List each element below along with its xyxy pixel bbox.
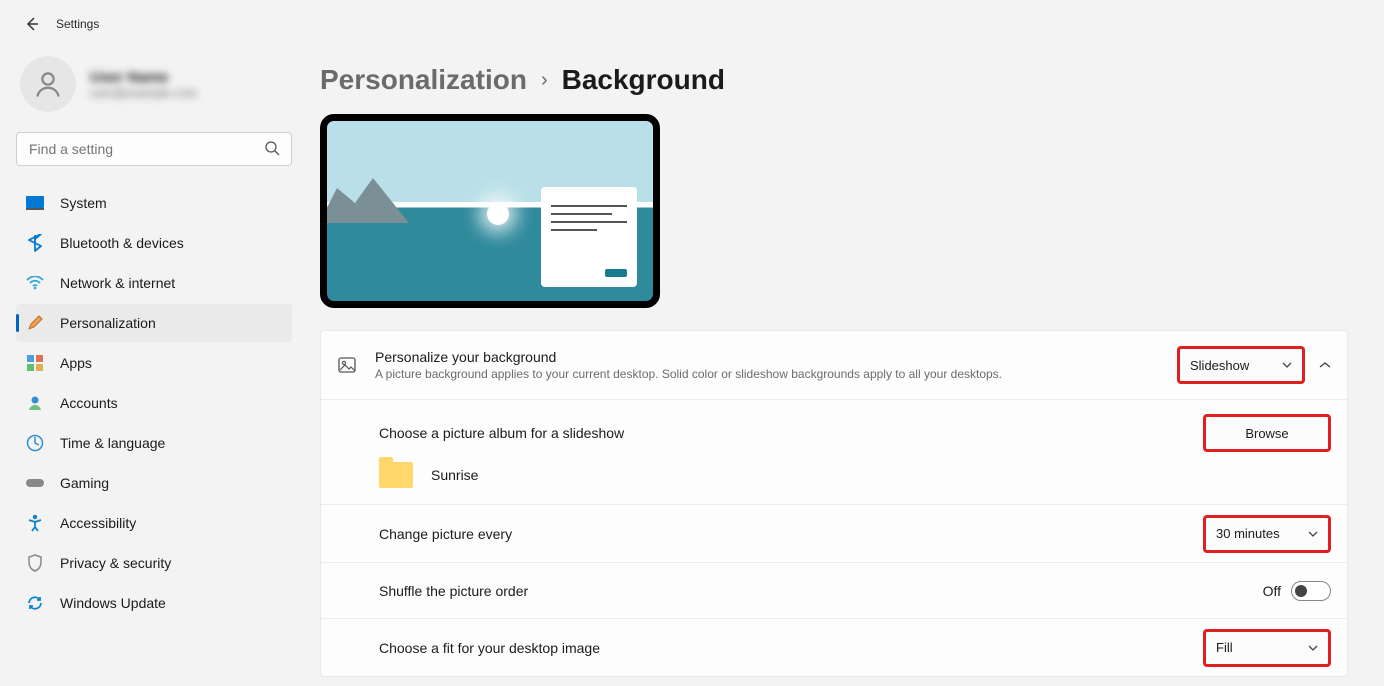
- select-value: Slideshow: [1190, 358, 1249, 373]
- nav-item-gaming[interactable]: Gaming: [16, 464, 292, 502]
- nav-item-apps[interactable]: Apps: [16, 344, 292, 382]
- breadcrumb-parent[interactable]: Personalization: [320, 64, 527, 96]
- search-input[interactable]: [16, 132, 292, 166]
- nav-item-accessibility[interactable]: Accessibility: [16, 504, 292, 542]
- nav-list: System Bluetooth & devices Network & int…: [16, 184, 292, 622]
- person-icon: [33, 69, 63, 99]
- nav-item-privacy[interactable]: Privacy & security: [16, 544, 292, 582]
- shuffle-toggle[interactable]: [1291, 581, 1331, 601]
- select-value: 30 minutes: [1216, 526, 1280, 541]
- avatar: [20, 56, 76, 112]
- chevron-up-icon: [1319, 361, 1331, 369]
- user-block[interactable]: User Name user@example.com: [16, 48, 292, 132]
- interval-select[interactable]: 30 minutes: [1203, 515, 1331, 553]
- globe-clock-icon: [26, 434, 44, 452]
- folder-name: Sunrise: [431, 467, 478, 483]
- user-name: User Name: [90, 69, 197, 86]
- nav-label: Gaming: [60, 475, 109, 491]
- nav-label: Privacy & security: [60, 555, 171, 571]
- shield-icon: [26, 554, 44, 572]
- row-choose-fit: Choose a fit for your desktop image Fill: [321, 618, 1347, 676]
- row-shuffle: Shuffle the picture order Off: [321, 562, 1347, 618]
- arrow-left-icon: [24, 16, 40, 32]
- nav-item-system[interactable]: System: [16, 184, 292, 222]
- window-title: Settings: [56, 17, 99, 31]
- browse-button[interactable]: Browse: [1203, 414, 1331, 452]
- row-choose-album: Choose a picture album for a slideshow B…: [321, 399, 1347, 504]
- search-icon: [264, 140, 280, 156]
- row-title: Choose a picture album for a slideshow: [379, 425, 1203, 441]
- nav-label: Bluetooth & devices: [60, 235, 184, 251]
- nav-label: Time & language: [60, 435, 165, 451]
- nav-label: Personalization: [60, 315, 156, 331]
- nav-item-network[interactable]: Network & internet: [16, 264, 292, 302]
- nav-item-bluetooth[interactable]: Bluetooth & devices: [16, 224, 292, 262]
- settings-list: Personalize your background A picture ba…: [320, 330, 1348, 677]
- row-title: Personalize your background: [375, 349, 1177, 365]
- wifi-icon: [26, 274, 44, 292]
- main-content: Personalization › Background Personalize…: [300, 48, 1384, 677]
- picture-icon: [337, 355, 357, 375]
- nav-item-time-language[interactable]: Time & language: [16, 424, 292, 462]
- gamepad-icon: [26, 474, 44, 492]
- user-email: user@example.com: [90, 86, 197, 100]
- paintbrush-icon: [26, 314, 44, 332]
- nav-label: Accessibility: [60, 515, 136, 531]
- nav-item-accounts[interactable]: Accounts: [16, 384, 292, 422]
- bluetooth-icon: [26, 234, 44, 252]
- row-subtitle: A picture background applies to your cur…: [375, 367, 1177, 381]
- select-value: Fill: [1216, 640, 1233, 655]
- expand-collapse-button[interactable]: [1319, 361, 1331, 369]
- nav-label: Apps: [60, 355, 92, 371]
- nav-label: Windows Update: [60, 595, 166, 611]
- folder-icon: [379, 462, 413, 488]
- fit-select[interactable]: Fill: [1203, 629, 1331, 667]
- button-label: Browse: [1245, 426, 1288, 441]
- row-title: Change picture every: [379, 526, 1203, 542]
- sidebar: User Name user@example.com System Blueto…: [0, 48, 300, 677]
- accounts-icon: [26, 394, 44, 412]
- apps-icon: [26, 354, 44, 372]
- row-title: Shuffle the picture order: [379, 583, 1263, 599]
- breadcrumb: Personalization › Background: [320, 64, 1362, 96]
- chevron-down-icon: [1308, 531, 1318, 537]
- update-icon: [26, 594, 44, 612]
- page-title: Background: [562, 64, 725, 96]
- toggle-state-label: Off: [1263, 583, 1281, 599]
- background-type-select[interactable]: Slideshow: [1177, 346, 1305, 384]
- display-icon: [26, 194, 44, 212]
- row-personalize-background[interactable]: Personalize your background A picture ba…: [321, 331, 1347, 399]
- nav-label: Network & internet: [60, 275, 175, 291]
- nav-item-personalization[interactable]: Personalization: [16, 304, 292, 342]
- row-change-interval: Change picture every 30 minutes: [321, 504, 1347, 562]
- nav-label: System: [60, 195, 107, 211]
- back-button[interactable]: [12, 4, 52, 44]
- nav-label: Accounts: [60, 395, 118, 411]
- chevron-down-icon: [1282, 362, 1292, 368]
- accessibility-icon: [26, 514, 44, 532]
- nav-item-windows-update[interactable]: Windows Update: [16, 584, 292, 622]
- row-title: Choose a fit for your desktop image: [379, 640, 1203, 656]
- chevron-right-icon: ›: [541, 69, 548, 92]
- chevron-down-icon: [1308, 645, 1318, 651]
- background-preview: [320, 114, 660, 308]
